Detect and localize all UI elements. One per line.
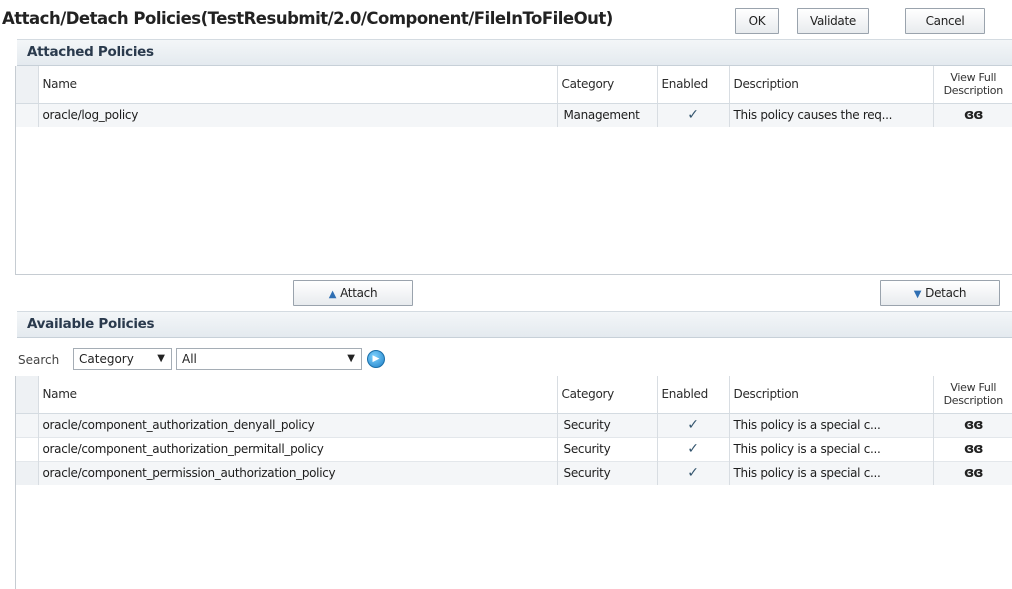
search-label: Search [18,353,60,367]
available-policies-table: Name Category Enabled Description View F… [16,376,1012,485]
available-policies-header: Available Policies [17,311,1012,338]
checkmark-icon: ✓ [687,107,699,124]
row-selector[interactable] [16,436,38,461]
policy-description-cell: This policy is a special c... [728,460,933,485]
table-row[interactable]: oracle/component_authorization_denyall_p… [16,412,1012,437]
page-title: Attach/Detach Policies(TestResubmit/2.0/… [2,9,613,28]
policy-category-cell: Management [556,102,657,127]
table-row[interactable]: oracle/log_policy Management ✓ This poli… [16,102,1012,127]
column-header-category[interactable]: Category [556,376,657,414]
enabled-cell: ✓ [656,412,729,437]
row-selector-header [16,66,38,104]
chevron-down-icon: ▼ [157,353,165,364]
attach-button[interactable]: ▲ Attach [293,280,413,306]
search-bar: Search Category ▼ All ▼ ▶ [17,345,1012,373]
attach-label: Attach [340,286,378,300]
attach-detach-policies-dialog: Attach/Detach Policies(TestResubmit/2.0/… [0,0,1012,589]
row-selector[interactable] [16,460,38,485]
row-selector[interactable] [16,102,38,127]
attached-policies-table: Name Category Enabled Description View F… [16,66,1012,127]
column-header-view-full-description[interactable]: View Full Description [932,66,1012,104]
column-header-name[interactable]: Name [37,376,557,414]
attached-policies-panel: Name Category Enabled Description View F… [15,66,1012,275]
search-filter-value: All [182,352,197,366]
table-header-row: Name Category Enabled Description View F… [16,376,1012,414]
policy-name-cell: oracle/component_authorization_permitall… [37,436,557,461]
checkmark-icon: ✓ [687,441,699,457]
view-full-description-cell: ɞɞ [932,460,1012,485]
column-header-name[interactable]: Name [37,66,557,104]
row-selector-header [16,376,38,414]
view-full-description-cell: ɞɞ [932,436,1012,461]
policy-name-cell: oracle/log_policy [37,102,557,127]
policy-name-cell: oracle/component_permission_authorizatio… [37,460,557,485]
search-field-select[interactable]: Category ▼ [73,348,172,370]
column-header-category[interactable]: Category [556,66,657,104]
checkmark-icon: ✓ [687,465,699,482]
search-field-value: Category [79,352,134,366]
view-full-description-cell: ɞɞ [932,412,1012,437]
row-selector[interactable] [16,412,38,437]
policy-category-cell: Security [556,460,657,485]
go-arrow-icon[interactable]: ▶ [367,350,385,368]
table-header-row: Name Category Enabled Description View F… [16,66,1012,104]
column-header-view-full-description[interactable]: View Full Description [932,376,1012,414]
available-policies-title: Available Policies [27,316,155,332]
view-full-description-cell: ɞɞ [932,102,1012,127]
policy-category-cell: Security [556,412,657,437]
triangle-up-icon: ▲ [328,289,337,300]
policy-category-cell: Security [556,436,657,461]
table-row[interactable]: oracle/component_authorization_permitall… [16,436,1012,461]
column-header-description[interactable]: Description [728,376,933,414]
glasses-icon[interactable]: ɞɞ [964,417,984,433]
checkmark-icon: ✓ [687,417,699,433]
ok-button[interactable]: OK [735,8,779,34]
detach-label: Detach [925,286,967,300]
policy-description-cell: This policy is a special c... [728,412,933,437]
column-header-enabled[interactable]: Enabled [656,66,729,104]
column-header-description[interactable]: Description [728,66,933,104]
cancel-button[interactable]: Cancel [905,8,985,34]
glasses-icon[interactable]: ɞɞ [964,107,984,123]
glasses-icon[interactable]: ɞɞ [964,441,984,457]
validate-button[interactable]: Validate [797,8,869,34]
detach-button[interactable]: ▼ Detach [880,280,1000,306]
available-policies-panel: Name Category Enabled Description View F… [15,376,1012,589]
triangle-down-icon: ▼ [913,289,922,300]
table-row[interactable]: oracle/component_permission_authorizatio… [16,460,1012,485]
attached-policies-title: Attached Policies [27,44,154,60]
enabled-cell: ✓ [656,436,729,461]
title-bar: Attach/Detach Policies(TestResubmit/2.0/… [0,0,1012,38]
glasses-icon[interactable]: ɞɞ [964,465,984,481]
policy-description-cell: This policy is a special c... [728,436,933,461]
policy-description-cell: This policy causes the req... [728,102,933,127]
chevron-down-icon: ▼ [347,353,355,364]
attached-policies-header: Attached Policies [17,39,1012,66]
enabled-cell: ✓ [656,102,729,127]
search-filter-select[interactable]: All ▼ [176,348,362,370]
column-header-enabled[interactable]: Enabled [656,376,729,414]
enabled-cell: ✓ [656,460,729,485]
policy-name-cell: oracle/component_authorization_denyall_p… [37,412,557,437]
